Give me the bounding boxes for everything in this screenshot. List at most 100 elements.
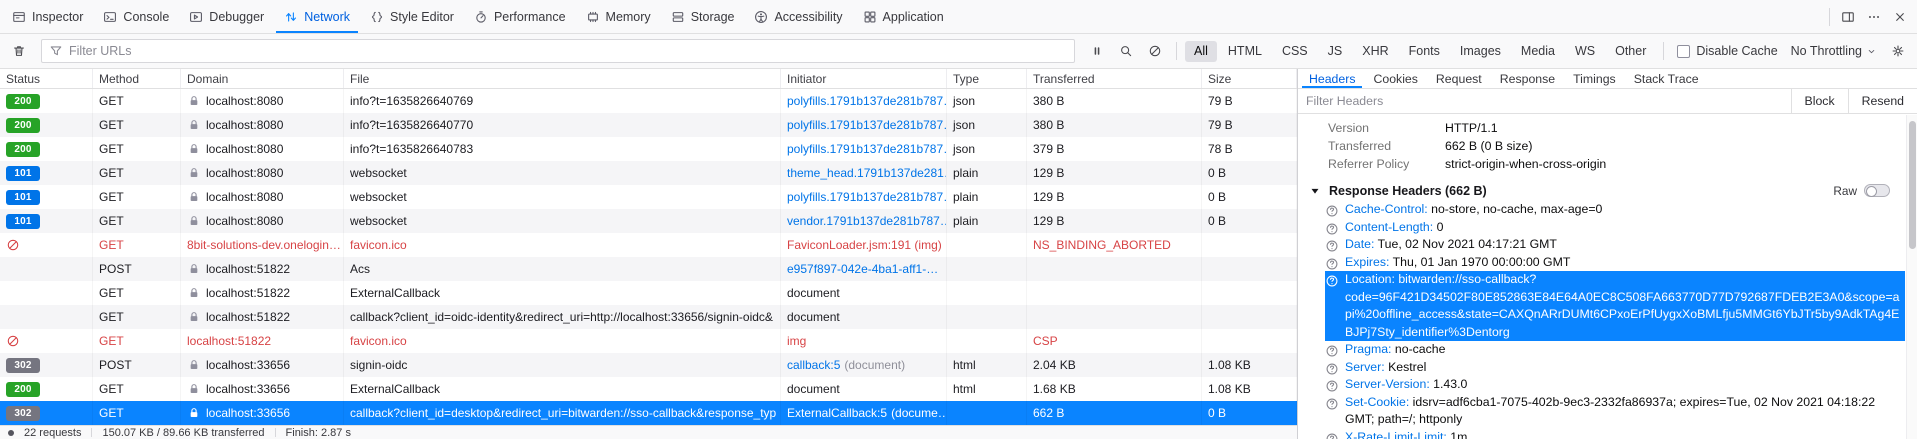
request-row[interactable]: 101GETlocalhost:8080websocketpolyfills.1…: [0, 185, 1297, 209]
filter-css[interactable]: CSS: [1273, 41, 1317, 62]
column-header-transferred[interactable]: Transferred: [1027, 69, 1202, 88]
scrollbar-thumb[interactable]: [1909, 121, 1916, 249]
size-cell: 0 B: [1202, 161, 1297, 185]
request-blocking-button[interactable]: [1142, 38, 1168, 64]
column-header-initiator[interactable]: Initiator: [781, 69, 947, 88]
help-icon: [1325, 222, 1339, 236]
detail-tab-cookies[interactable]: Cookies: [1364, 69, 1426, 88]
initiator-text[interactable]: polyfills.1791b137de281b787…: [787, 94, 947, 108]
header-row[interactable]: Cache-Control: no-store, no-cache, max-a…: [1298, 201, 1917, 219]
header-row[interactable]: X-Rate-Limit-Limit: 1m: [1298, 429, 1917, 439]
initiator-text[interactable]: polyfills.1791b137de281b787…: [787, 118, 947, 132]
status-cell: [0, 305, 93, 329]
request-row[interactable]: 200GETlocalhost:8080info?t=1635826640770…: [0, 113, 1297, 137]
resend-button[interactable]: Resend: [1848, 89, 1917, 113]
filter-fonts[interactable]: Fonts: [1400, 41, 1449, 62]
column-header-type[interactable]: Type: [947, 69, 1027, 88]
request-row[interactable]: GETlocalhost:51822ExternalCallbackdocume…: [0, 281, 1297, 305]
disable-cache-control[interactable]: Disable Cache: [1672, 44, 1782, 58]
pause-recording-button[interactable]: [1084, 38, 1110, 64]
network-settings-button[interactable]: [1885, 38, 1911, 64]
filter-urls-input[interactable]: [69, 44, 1067, 58]
request-row[interactable]: 101GETlocalhost:8080websocketvendor.1791…: [0, 209, 1297, 233]
header-row[interactable]: Date: Tue, 02 Nov 2021 04:17:21 GMT: [1298, 236, 1917, 254]
network-main: StatusMethodDomainFileInitiatorTypeTrans…: [0, 69, 1917, 439]
header-row[interactable]: Server: Kestrel: [1298, 359, 1917, 377]
status-badge: 302: [6, 358, 40, 373]
detail-tab-timings[interactable]: Timings: [1564, 69, 1625, 88]
transferred-cell: [1027, 305, 1202, 329]
tab-application[interactable]: Application: [853, 0, 954, 33]
disable-cache-checkbox[interactable]: [1677, 45, 1690, 58]
dock-side-button[interactable]: [1835, 4, 1861, 30]
meatball-menu-button[interactable]: [1861, 4, 1887, 30]
tab-performance[interactable]: Performance: [464, 0, 576, 33]
initiator-text[interactable]: theme_head.1791b137de281…: [787, 166, 947, 180]
column-header-size[interactable]: Size: [1202, 69, 1297, 88]
column-header-method[interactable]: Method: [93, 69, 181, 88]
initiator-text[interactable]: vendor.1791b137de281b787…: [787, 214, 947, 228]
request-row[interactable]: 302POSTlocalhost:33656signin-oidccallbac…: [0, 353, 1297, 377]
summary-label: Version: [1328, 119, 1445, 137]
summary-row: VersionHTTP/1.1: [1298, 119, 1917, 137]
tab-console[interactable]: Console: [93, 0, 179, 33]
size-cell: 0 B: [1202, 401, 1297, 425]
column-header-file[interactable]: File: [344, 69, 781, 88]
search-button[interactable]: [1113, 38, 1139, 64]
initiator-text[interactable]: polyfills.1791b137de281b787…: [787, 142, 947, 156]
filter-headers-input[interactable]: [1298, 89, 1791, 113]
header-row[interactable]: Pragma: no-cache: [1298, 341, 1917, 359]
detail-tab-response[interactable]: Response: [1491, 69, 1564, 88]
block-button[interactable]: Block: [1791, 89, 1848, 113]
response-headers-section[interactable]: Response Headers (662 B) Raw: [1298, 180, 1917, 201]
request-row[interactable]: 200GETlocalhost:8080info?t=1635826640783…: [0, 137, 1297, 161]
filter-other[interactable]: Other: [1606, 41, 1655, 62]
request-row[interactable]: 302GETlocalhost:33656callback?client_id=…: [0, 401, 1297, 425]
header-row[interactable]: Server-Version: 1.43.0: [1298, 376, 1917, 394]
filter-ws[interactable]: WS: [1566, 41, 1604, 62]
header-value: 0: [1437, 220, 1444, 234]
request-row[interactable]: GETlocalhost:51822favicon.icoimgCSP: [0, 329, 1297, 353]
header-row[interactable]: Set-Cookie: idsrv=adf6cba1-7075-402b-9ec…: [1298, 394, 1917, 429]
header-row[interactable]: Location: bitwarden://sso-callback?code=…: [1298, 271, 1917, 341]
column-header-status[interactable]: Status: [0, 69, 93, 88]
tab-style-editor[interactable]: Style Editor: [360, 0, 464, 33]
scrollbar-track[interactable]: [1906, 115, 1917, 439]
header-text: Server: Kestrel: [1345, 359, 1905, 377]
filter-js[interactable]: JS: [1319, 41, 1352, 62]
request-row[interactable]: GET8bit-solutions-dev.onelogin…favicon.i…: [0, 233, 1297, 257]
column-header-domain[interactable]: Domain: [181, 69, 344, 88]
header-row[interactable]: Expires: Thu, 01 Jan 1970 00:00:00 GMT: [1298, 254, 1917, 272]
tab-network[interactable]: Network: [274, 0, 360, 33]
raw-toggle[interactable]: [1864, 184, 1890, 197]
network-icon: [284, 10, 298, 24]
throttling-select[interactable]: No Throttling: [1786, 44, 1882, 58]
initiator-text[interactable]: polyfills.1791b137de281b787…: [787, 190, 947, 204]
initiator-text[interactable]: callback:5: [787, 358, 840, 372]
close-devtools-button[interactable]: [1887, 4, 1913, 30]
request-row[interactable]: GETlocalhost:51822callback?client_id=oid…: [0, 305, 1297, 329]
filter-media[interactable]: Media: [1512, 41, 1564, 62]
filter-xhr[interactable]: XHR: [1353, 41, 1397, 62]
tab-inspector[interactable]: Inspector: [2, 0, 93, 33]
request-row[interactable]: POSTlocalhost:51822Acse957f897-042e-4ba1…: [0, 257, 1297, 281]
request-row[interactable]: 200GETlocalhost:8080info?t=1635826640769…: [0, 89, 1297, 113]
filter-html[interactable]: HTML: [1219, 41, 1271, 62]
header-name: Expires:: [1345, 255, 1393, 269]
detail-tab-stack-trace[interactable]: Stack Trace: [1625, 69, 1708, 88]
detail-tab-request[interactable]: Request: [1427, 69, 1491, 88]
header-row[interactable]: Content-Length: 0: [1298, 219, 1917, 237]
filter-all[interactable]: All: [1185, 41, 1217, 62]
initiator-text[interactable]: ExternalCallback:5: [787, 406, 887, 420]
detail-tab-headers[interactable]: Headers: [1300, 69, 1364, 88]
tab-memory[interactable]: Memory: [576, 0, 661, 33]
filter-urls-box[interactable]: [41, 39, 1075, 63]
tab-debugger[interactable]: Debugger: [179, 0, 274, 33]
tab-accessibility[interactable]: Accessibility: [744, 0, 852, 33]
filter-images[interactable]: Images: [1451, 41, 1510, 62]
request-row[interactable]: 200GETlocalhost:33656ExternalCallbackdoc…: [0, 377, 1297, 401]
tab-storage[interactable]: Storage: [661, 0, 745, 33]
initiator-text[interactable]: e957f897-042e-4ba1-aff1-…: [787, 262, 938, 276]
clear-requests-button[interactable]: [6, 38, 32, 64]
request-row[interactable]: 101GETlocalhost:8080websockettheme_head.…: [0, 161, 1297, 185]
